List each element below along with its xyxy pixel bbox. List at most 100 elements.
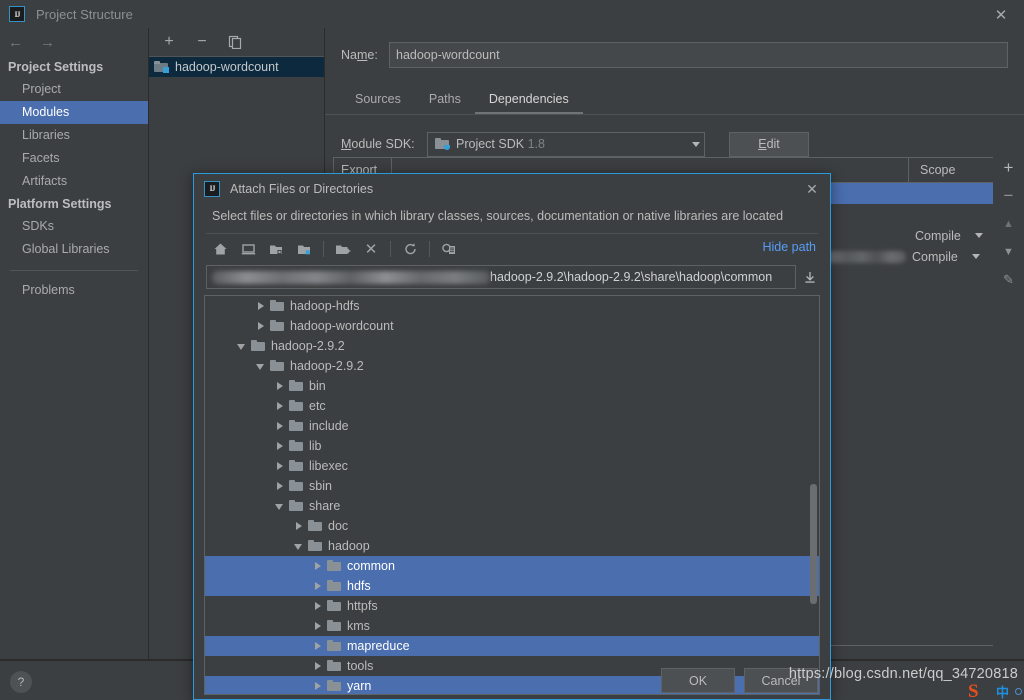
folder-icon [289,459,304,472]
tree-node[interactable]: hadoop-hdfs [205,296,819,316]
chevron-right-icon[interactable] [274,481,285,492]
chevron-right-icon[interactable] [312,641,323,652]
chevron-right-icon[interactable] [274,401,285,412]
dialog-close-icon[interactable]: ✕ [803,180,821,198]
folder-icon [327,559,342,572]
tree-node[interactable]: hadoop-2.9.2 [205,336,819,356]
folder-icon [308,539,323,552]
sidebar-history-controls: ← → [0,28,148,56]
tab-paths[interactable]: Paths [415,86,475,114]
sidebar-item-artifacts[interactable]: Artifacts [0,170,148,193]
chevron-down-icon[interactable] [236,341,247,352]
chevron-right-icon[interactable] [312,681,323,692]
tree-node[interactable]: libexec [205,456,819,476]
window-close-icon[interactable]: ✕ [990,4,1012,26]
sidebar-item-global-libraries[interactable]: Global Libraries [0,238,148,261]
module-folder-icon[interactable] [290,238,318,260]
copy-module-button[interactable] [227,34,243,50]
desktop-icon[interactable] [234,238,262,260]
tree-node-label: common [347,559,395,573]
sidebar-item-project[interactable]: Project [0,78,148,101]
module-list-item[interactable]: hadoop-wordcount [149,57,325,77]
sidebar-item-facets[interactable]: Facets [0,147,148,170]
sogou-ime-icon[interactable]: S [968,682,990,700]
chevron-right-icon[interactable] [274,421,285,432]
remove-module-button[interactable]: − [194,33,210,50]
edit-dependency-button[interactable]: ✎ [1000,272,1018,288]
module-sdk-row: Module SDK: Project SDK 1.8 Edit [341,131,1024,157]
move-up-button[interactable]: ▲ [1000,216,1018,232]
tree-node[interactable]: etc [205,396,819,416]
tree-node[interactable]: doc [205,516,819,536]
chevron-down-icon[interactable] [255,361,266,372]
sidebar-item-problems[interactable]: Problems [0,279,148,302]
chevron-down-icon[interactable] [293,541,304,552]
show-hidden-icon[interactable] [435,238,463,260]
chevron-right-icon[interactable] [312,601,323,612]
tree-node[interactable]: hadoop-wordcount [205,316,819,336]
file-tree[interactable]: hadoop-hdfs hadoop-wordcount hadoop-2.9.2 h… [204,295,820,695]
back-arrow-icon[interactable]: ← [8,34,23,51]
ok-button[interactable]: OK [661,668,735,693]
tree-scrollbar[interactable] [810,484,817,604]
move-down-button[interactable]: ▼ [1000,244,1018,260]
chevron-right-icon[interactable] [255,321,266,332]
tab-dependencies[interactable]: Dependencies [474,86,583,114]
chevron-right-icon[interactable] [312,581,323,592]
chevron-right-icon[interactable] [293,521,304,532]
hide-path-link[interactable]: Hide path [762,240,816,254]
sidebar-section-platform-settings: Platform Settings [8,197,112,211]
chevron-right-icon[interactable] [312,661,323,672]
edit-sdk-button[interactable]: Edit [729,131,809,157]
scope-cell[interactable]: Compile [909,229,993,243]
folder-icon [251,339,266,352]
tree-node[interactable]: hadoop-2.9.2 [205,356,819,376]
help-button[interactable]: ? [10,671,32,693]
project-folder-icon[interactable] [262,238,290,260]
refresh-icon[interactable] [396,238,424,260]
dialog-logo-icon: IJ [204,180,220,197]
folder-icon [289,379,304,392]
tree-node[interactable]: sbin [205,476,819,496]
sidebar-item-libraries[interactable]: Libraries [0,124,148,147]
chevron-right-icon[interactable] [274,381,285,392]
scope-cell[interactable]: Compile [906,250,990,264]
tree-node[interactable]: httpfs [205,596,819,616]
tree-node[interactable]: share [205,496,819,516]
chevron-right-icon[interactable] [274,461,285,472]
tree-node[interactable]: common [205,556,819,576]
ime-options-icon[interactable] [1015,688,1022,695]
chevron-down-icon[interactable] [274,501,285,512]
tree-node[interactable]: mapreduce [205,636,819,656]
forward-arrow-icon[interactable]: → [40,34,55,51]
sidebar-item-sdks[interactable]: SDKs [0,215,148,238]
add-module-button[interactable]: + [161,33,177,50]
tree-node[interactable]: hadoop [205,536,819,556]
chevron-right-icon[interactable] [255,301,266,312]
folder-icon [327,579,342,592]
chevron-right-icon[interactable] [312,561,323,572]
tree-node[interactable]: kms [205,616,819,636]
ime-mode-icon[interactable]: 中 [996,682,1009,700]
folder-icon [327,659,342,672]
tree-node[interactable]: hdfs [205,576,819,596]
path-dropdown-icon[interactable] [802,271,818,284]
path-input[interactable]: hadoop-2.9.2\hadoop-2.9.2\share\hadoop\c… [206,265,796,289]
column-header-scope[interactable]: Scope [909,158,993,182]
tree-node[interactable]: include [205,416,819,436]
tab-sources[interactable]: Sources [341,86,415,114]
delete-icon[interactable]: ✕ [357,238,385,260]
module-sdk-combobox[interactable]: Project SDK 1.8 [427,131,705,157]
path-row: hadoop-2.9.2\hadoop-2.9.2\share\hadoop\c… [194,265,830,289]
chevron-right-icon[interactable] [274,441,285,452]
tree-node[interactable]: bin [205,376,819,396]
module-name-input[interactable] [389,42,1008,68]
chevron-right-icon[interactable] [312,621,323,632]
add-dependency-button[interactable]: + [1000,158,1018,177]
tree-node[interactable]: lib [205,436,819,456]
new-folder-icon[interactable] [329,238,357,260]
sidebar-item-modules[interactable]: Modules [0,101,148,124]
dialog-description: Select files or directories in which lib… [212,209,784,223]
remove-dependency-button[interactable]: − [1000,186,1018,205]
home-icon[interactable] [206,238,234,260]
